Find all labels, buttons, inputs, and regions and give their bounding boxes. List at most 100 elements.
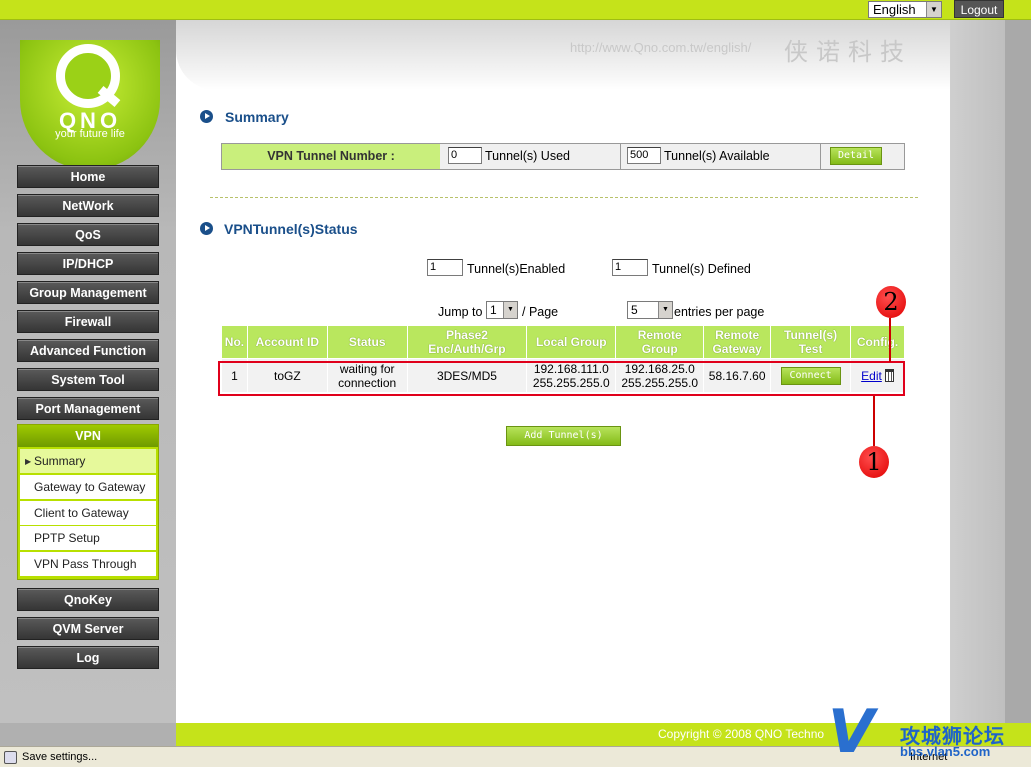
cell-config: Edit bbox=[850, 358, 905, 393]
watermark: V 攻城狮论坛 bbs.vlan5.com bbox=[828, 700, 1031, 767]
annotation-marker-1: 1 bbox=[859, 446, 889, 478]
cell-divider bbox=[820, 144, 821, 169]
status-text: Save settings... bbox=[22, 751, 98, 763]
page-select[interactable]: 1 ▼ bbox=[486, 301, 518, 319]
copyright-text: Copyright © 2008 QNO Techno bbox=[658, 727, 825, 741]
col-status: Status bbox=[326, 325, 408, 359]
local-ip: 192.168.111.0 bbox=[533, 361, 609, 376]
nav-qvm-server[interactable]: QVM Server bbox=[17, 617, 159, 640]
cell-phase2: 3DES/MD5 bbox=[406, 358, 528, 393]
tunnels-used-field: 0 bbox=[448, 147, 482, 164]
cell-status: waiting for connection bbox=[326, 358, 408, 393]
vpn-subitem-label: Summary bbox=[34, 454, 86, 468]
logo-slogan: your future life bbox=[55, 128, 125, 140]
col-remote-group: Remote Group bbox=[615, 325, 705, 359]
col-no: No. bbox=[221, 325, 248, 359]
nav-network[interactable]: NetWork bbox=[17, 194, 159, 217]
section-divider bbox=[210, 197, 918, 198]
vpn-status-title: VPNTunnel(s)Status bbox=[224, 221, 358, 237]
remote-mask: 255.255.255.0 bbox=[621, 375, 699, 390]
summary-row: VPN Tunnel Number : 0 Tunnel(s) Used 500… bbox=[221, 143, 905, 170]
nav-qnokey[interactable]: QnoKey bbox=[17, 588, 159, 611]
col-local-group: Local Group bbox=[526, 325, 617, 359]
summary-title: Summary bbox=[225, 109, 289, 125]
footer-left bbox=[0, 723, 176, 746]
tunnels-defined-field: 1 bbox=[612, 259, 648, 276]
edit-link[interactable]: Edit bbox=[861, 369, 882, 383]
annotation-line bbox=[873, 396, 875, 446]
tunnel-status-table: No. Account ID Status Phase2 Enc/Auth/Gr… bbox=[221, 325, 905, 393]
nav-advanced-function[interactable]: Advanced Function bbox=[17, 339, 159, 362]
detail-button[interactable]: Detail bbox=[830, 147, 882, 165]
add-tunnel-button[interactable]: Add Tunnel(s) bbox=[506, 426, 621, 446]
vpn-subitem-pptp-setup[interactable]: PPTP Setup bbox=[20, 526, 156, 551]
logout-button[interactable]: Logout bbox=[954, 0, 1004, 18]
page-icon bbox=[4, 751, 17, 764]
tunnels-available-field: 500 bbox=[627, 147, 661, 164]
tunnels-defined-label: Tunnel(s) Defined bbox=[652, 262, 751, 276]
section-bullet-icon bbox=[200, 110, 213, 123]
table-header-row: No. Account ID Status Phase2 Enc/Auth/Gr… bbox=[221, 325, 905, 359]
status-line: waiting for bbox=[339, 361, 395, 376]
vpn-subitem-gateway-to-gateway[interactable]: Gateway to Gateway bbox=[20, 475, 156, 500]
page-select-value: 1 bbox=[490, 303, 497, 317]
header-url: http://www.Qno.com.tw/english/ bbox=[570, 40, 752, 55]
cell-account-id: toGZ bbox=[246, 358, 328, 393]
annotation-line bbox=[889, 318, 891, 362]
tunnels-used-label: Tunnel(s) Used bbox=[485, 149, 570, 163]
watermark-logo: V bbox=[828, 697, 875, 767]
nav-ip-dhcp[interactable]: IP/DHCP bbox=[17, 252, 159, 275]
nav-system-tool[interactable]: System Tool bbox=[17, 368, 159, 391]
col-remote-gateway: Remote Gateway bbox=[703, 325, 772, 359]
vpn-subitem-summary[interactable]: ▶ Summary bbox=[20, 449, 156, 474]
col-config: Config. bbox=[850, 325, 905, 359]
cell-local-group: 192.168.111.0 255.255.255.0 bbox=[526, 358, 617, 393]
page-label: / Page bbox=[522, 305, 559, 319]
cell-remote-gateway: 58.16.7.60 bbox=[703, 358, 772, 393]
tunnels-available-label: Tunnel(s) Available bbox=[664, 149, 770, 163]
local-mask: 255.255.255.0 bbox=[532, 375, 610, 390]
main-content: http://www.Qno.com.tw/english/ 侠诺科技 Summ… bbox=[176, 20, 950, 723]
col-tunnel-test: Tunnel(s) Test bbox=[770, 325, 851, 359]
watermark-url: bbs.vlan5.com bbox=[900, 744, 991, 759]
header-band: http://www.Qno.com.tw/english/ 侠诺科技 bbox=[176, 20, 950, 90]
nav-home[interactable]: Home bbox=[17, 165, 159, 188]
jump-to-label: Jump to bbox=[438, 305, 483, 319]
language-select[interactable]: English ▼ bbox=[868, 1, 942, 18]
entries-per-page-select[interactable]: 5 ▼ bbox=[627, 301, 673, 319]
nav-vpn[interactable]: VPN bbox=[18, 425, 158, 447]
tunnels-enabled-field: 1 bbox=[427, 259, 463, 276]
section-bullet-icon bbox=[200, 222, 213, 235]
cell-remote-group: 192.168.25.0 255.255.255.0 bbox=[615, 358, 705, 393]
nav-group-management[interactable]: Group Management bbox=[17, 281, 159, 304]
caret-right-icon: ▶ bbox=[25, 457, 32, 466]
chevron-down-icon: ▼ bbox=[503, 302, 517, 318]
cell-tunnel-test: Connect bbox=[770, 358, 851, 393]
right-strip bbox=[1005, 20, 1031, 746]
annotation-marker-2: 2 bbox=[876, 286, 906, 318]
nav-port-management[interactable]: Port Management bbox=[17, 397, 159, 420]
vpn-menu: VPN ▶ Summary Gateway to Gateway Client … bbox=[17, 424, 159, 580]
col-phase2: Phase2 Enc/Auth/Grp bbox=[406, 325, 528, 359]
trash-icon[interactable] bbox=[884, 368, 894, 382]
table-row: 1 toGZ waiting for connection 3DES/MD5 1… bbox=[221, 358, 905, 393]
nav-qos[interactable]: QoS bbox=[17, 223, 159, 246]
vpn-subitem-client-to-gateway[interactable]: Client to Gateway bbox=[20, 501, 156, 526]
connect-button[interactable]: Connect bbox=[780, 366, 841, 385]
col-account-id: Account ID bbox=[246, 325, 328, 359]
cell-divider bbox=[620, 144, 621, 169]
status-line: connection bbox=[338, 375, 397, 390]
cell-no: 1 bbox=[221, 358, 248, 393]
tunnel-number-label: VPN Tunnel Number : bbox=[222, 144, 440, 169]
chevron-down-icon: ▼ bbox=[658, 302, 672, 318]
entries-select-value: 5 bbox=[631, 303, 638, 317]
top-bar: English ▼ Logout bbox=[0, 0, 1031, 20]
nav-firewall[interactable]: Firewall bbox=[17, 310, 159, 333]
tunnels-enabled-label: Tunnel(s)Enabled bbox=[467, 262, 566, 276]
entries-per-page-label: entries per page bbox=[674, 305, 765, 319]
chevron-down-icon: ▼ bbox=[926, 2, 941, 17]
remote-ip: 192.168.25.0 bbox=[624, 361, 695, 376]
header-cn-title: 侠诺科技 bbox=[784, 38, 912, 66]
nav-log[interactable]: Log bbox=[17, 646, 159, 669]
vpn-subitem-vpn-pass-through[interactable]: VPN Pass Through bbox=[20, 552, 156, 577]
